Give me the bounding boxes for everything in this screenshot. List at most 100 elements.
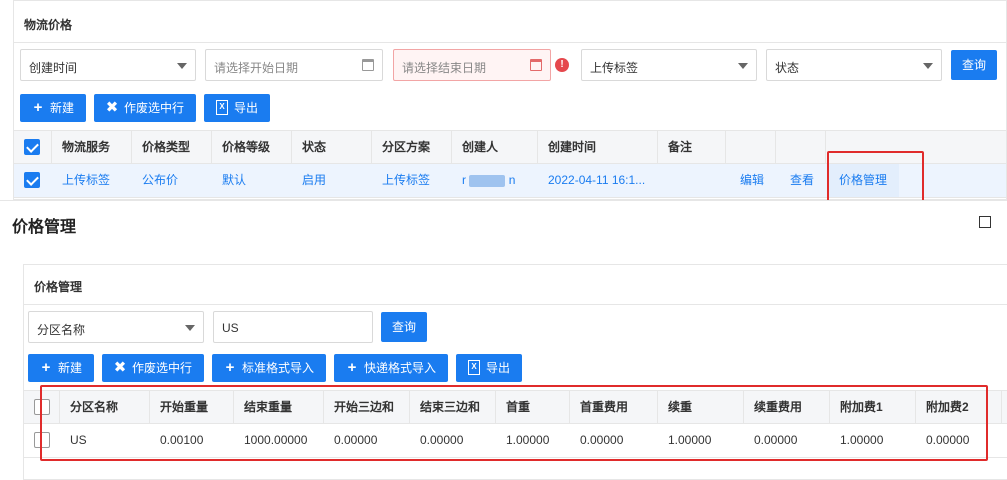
select-all-cell [14,131,52,163]
column-header[interactable]: 结束三边和 [410,391,496,423]
row-checkbox[interactable] [24,172,40,188]
express-import-button[interactable]: + 快递格式导入 [334,354,448,382]
column-header[interactable]: 物流服务 [52,131,132,163]
edit-link[interactable]: 编辑 [730,164,776,197]
calendar-icon [362,59,374,71]
cell-start-girth: 0.00000 [334,433,378,447]
price-management-link[interactable]: 价格管理 [829,164,899,197]
column-header[interactable]: 续重费用 [744,391,830,423]
dialog-export-button[interactable]: X 导出 [456,354,522,382]
column-header[interactable]: 创建时间 [538,131,658,163]
dialog-query-button[interactable]: 查询 [381,312,427,342]
panel-header: 物流价格 [14,1,1006,43]
void-button-label: 作废选中行 [124,101,185,115]
cell-status: 启用 [302,173,327,187]
chevron-down-icon [177,63,187,69]
plus-icon: + [347,359,357,376]
column-header[interactable]: 开始重量 [150,391,234,423]
column-header[interactable]: 首重费用 [570,391,658,423]
dialog-void-label: 作废选中行 [132,361,193,375]
zone-field-select[interactable]: 分区名称 [28,311,204,343]
cell-price-level: 默认 [222,173,247,187]
date-field-select-value: 创建时间 [29,61,78,75]
status-select-value: 状态 [775,61,800,75]
column-header[interactable]: 备注 [658,131,726,163]
plus-icon: + [225,359,235,376]
column-header[interactable]: 分区方案 [372,131,452,163]
express-import-label: 快递格式导入 [364,361,437,375]
column-header[interactable]: 结束重量 [234,391,324,423]
cell-surcharge-2: 0.00000 [926,433,970,447]
column-header[interactable]: 附加费1 [830,391,916,423]
redacted-name [469,174,506,187]
panel-title: 物流价格 [24,18,73,32]
column-header[interactable]: 附加费2 [916,391,1002,423]
excel-icon: X [216,100,228,115]
view-link[interactable]: 查看 [780,164,826,197]
error-icon: ! [555,58,569,72]
start-date-input[interactable]: 请选择开始日期 [205,49,383,81]
column-header[interactable]: 创建人 [452,131,538,163]
column-header[interactable]: 开始三边和 [324,391,410,423]
export-button[interactable]: X 导出 [204,94,270,122]
dialog-title: 价格管理 [12,219,77,236]
select-all-checkbox[interactable] [34,399,50,415]
date-field-select[interactable]: 创建时间 [20,49,196,81]
close-icon: ✖ [113,359,127,376]
void-selected-button[interactable]: ✖ 作废选中行 [94,94,196,122]
logistics-price-panel: 物流价格 创建时间 请选择开始日期 请选择结束日期 ! 上传标签 状态 查询 +… [13,0,1007,200]
dialog-export-label: 导出 [486,361,511,375]
new-button[interactable]: + 新建 [20,94,86,122]
table-row[interactable]: 上传标签 公布价 默认 启用 上传标签 r n 2022-04-11 16:1.… [14,164,1006,198]
close-icon: ✖ [105,99,119,116]
cell-created-time: 2022-04-11 16:1... [548,173,646,187]
inner-panel-header: 价格管理 [24,265,1007,305]
column-header-action [726,131,776,163]
dialog-new-button[interactable]: + 新建 [28,354,94,382]
select-all-cell [24,391,60,423]
creator-prefix: r [462,173,466,187]
dialog-void-button[interactable]: ✖ 作废选中行 [102,354,204,382]
column-header[interactable]: 续重 [658,391,744,423]
end-date-input[interactable]: 请选择结束日期 [393,49,551,81]
cell-remark [658,164,726,197]
column-header[interactable]: 首重 [496,391,570,423]
tag-select[interactable]: 上传标签 [581,49,757,81]
status-select[interactable]: 状态 [766,49,942,81]
export-button-label: 导出 [234,101,259,115]
cell-end-weight: 1000.00000 [244,433,308,447]
dialog-new-label: 新建 [58,361,83,375]
column-header[interactable]: 价格等级 [212,131,292,163]
maximize-icon[interactable] [979,216,991,228]
excel-icon: X [468,360,480,375]
cell-surcharge-1: 1.00000 [840,433,884,447]
column-header[interactable]: 状态 [292,131,372,163]
table-row[interactable]: US 0.00100 1000.00000 0.00000 0.00000 1.… [24,424,1007,458]
new-button-label: 新建 [50,101,75,115]
cell-price-type: 公布价 [142,173,179,187]
cell-service[interactable]: 上传标签 [52,164,132,197]
table-header: 物流服务 价格类型 价格等级 状态 分区方案 创建人 创建时间 备注 [14,130,1006,164]
calendar-icon [530,59,542,71]
zone-name-input[interactable]: US [213,311,373,343]
zone-field-select-value: 分区名称 [37,323,86,337]
column-header[interactable]: 分区名称 [60,391,150,423]
chevron-down-icon [185,325,195,331]
plus-icon: + [41,359,51,376]
row-checkbox[interactable] [34,432,50,448]
column-header-action [776,131,826,163]
creator-suffix: n [508,173,516,187]
select-all-checkbox[interactable] [24,139,40,155]
cell-first-weight: 1.00000 [506,433,550,447]
standard-import-label: 标准格式导入 [242,361,315,375]
chevron-down-icon [738,63,748,69]
plus-icon: + [33,99,43,116]
standard-import-button[interactable]: + 标准格式导入 [212,354,326,382]
query-button[interactable]: 查询 [951,50,997,80]
end-date-placeholder: 请选择结束日期 [402,61,487,75]
cell-start-weight: 0.00100 [160,433,204,447]
column-header[interactable]: 价格类型 [132,131,212,163]
price-management-panel: 价格管理 分区名称 US 查询 + 新建 ✖ 作废选中行 + 标准格式导入 + … [23,264,1007,480]
cell-extra-weight: 1.00000 [668,433,712,447]
inner-panel-title: 价格管理 [34,280,83,294]
